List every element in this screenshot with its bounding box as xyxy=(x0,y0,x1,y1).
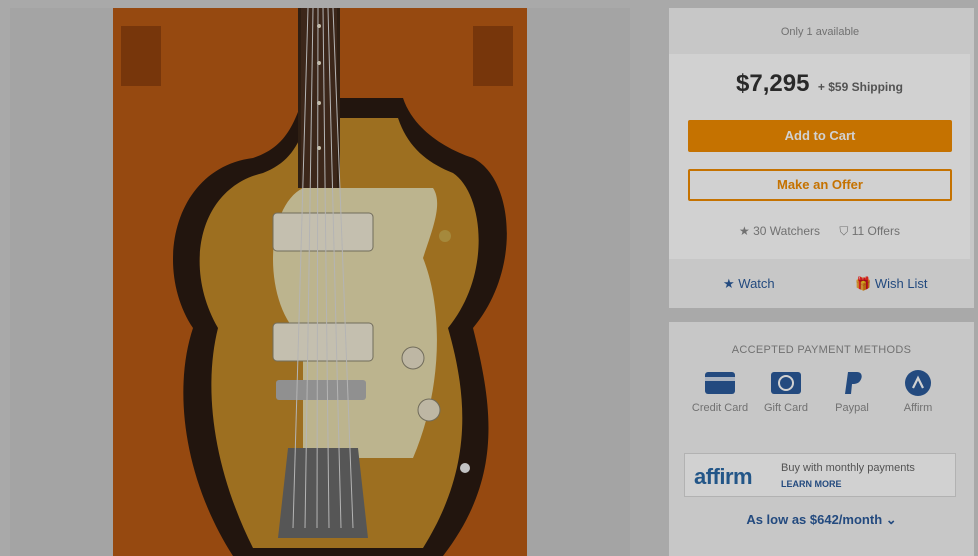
tag-icon: ⛉ xyxy=(839,224,849,238)
star-icon: ★ xyxy=(739,224,750,238)
add-to-cart-button[interactable]: Add to Cart xyxy=(688,120,952,152)
offers-stat: ⛉ 11 Offers xyxy=(839,224,900,238)
payment-label: Affirm xyxy=(903,402,933,414)
payment-label: Paypal xyxy=(835,402,869,414)
payment-methods-panel: ACCEPTED PAYMENT METHODS Credit Card Gif… xyxy=(669,322,974,556)
payment-credit-card: Credit Card xyxy=(687,370,753,414)
gift-icon: 🎁 xyxy=(855,276,872,291)
star-icon: ★ xyxy=(723,276,735,291)
affirm-logo: affirm xyxy=(694,464,753,489)
affirm-learn-more-link[interactable]: LEARN MORE xyxy=(781,479,842,489)
paypal-icon xyxy=(819,370,885,396)
wish-list-label: Wish List xyxy=(874,276,928,291)
watchers-count: 30 Watchers xyxy=(753,224,821,238)
affirm-icon xyxy=(885,370,951,396)
payment-methods-title: ACCEPTED PAYMENT METHODS xyxy=(731,344,912,356)
chevron-down-icon: ⌄ xyxy=(885,512,897,527)
payment-label: Gift Card xyxy=(763,402,808,414)
affirm-promo-text: Buy with monthly payments xyxy=(781,462,915,474)
monthly-payment-link[interactable]: As low as $642/month ⌄ xyxy=(669,512,974,528)
listing-stats: ★ 30 Watchers ⛉ 11 Offers xyxy=(669,224,970,239)
watchers-stat: ★ 30 Watchers xyxy=(739,224,823,238)
monthly-payment-text: As low as $642/month xyxy=(746,512,883,527)
affirm-promo[interactable]: affirm Buy with monthly payments LEARN M… xyxy=(684,453,956,497)
payment-gift-card: Gift Card xyxy=(753,370,819,414)
guitar-image xyxy=(113,8,527,556)
price-row: $7,295 + $59 Shipping xyxy=(669,70,970,98)
buy-box: $7,295 + $59 Shipping Add to Cart Make a… xyxy=(669,54,970,259)
make-offer-button[interactable]: Make an Offer xyxy=(688,169,952,201)
payment-affirm: Affirm xyxy=(885,370,951,414)
gift-card-icon xyxy=(753,370,819,396)
wish-list-button[interactable]: 🎁 Wish List xyxy=(855,276,928,292)
availability-text: Only 1 available xyxy=(780,26,860,38)
payment-label: Credit Card xyxy=(691,402,749,414)
watch-label: Watch xyxy=(738,276,775,291)
watch-button[interactable]: ★ Watch xyxy=(723,276,775,292)
credit-card-icon xyxy=(687,370,753,396)
payment-methods-grid: Credit Card Gift Card Paypal Affirm xyxy=(687,370,957,420)
product-photo-panel xyxy=(10,8,630,556)
product-photo[interactable] xyxy=(113,8,527,556)
offers-count: 11 Offers xyxy=(851,224,900,238)
price: $7,295 xyxy=(736,70,810,97)
payment-paypal: Paypal xyxy=(819,370,885,414)
shipping-cost: + $59 Shipping xyxy=(817,80,903,94)
